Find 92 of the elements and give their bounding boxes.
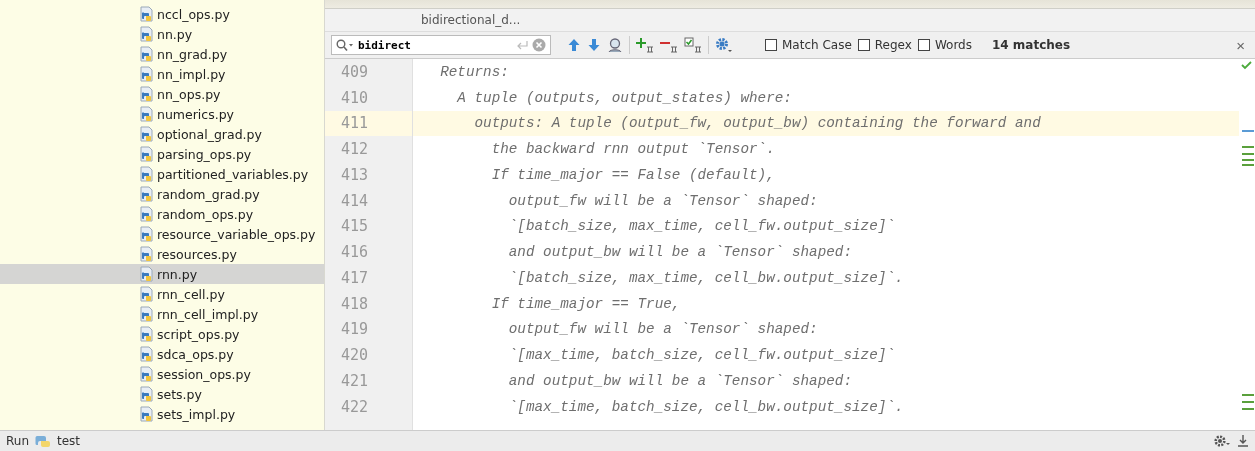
code-line: `[max_time, batch_size, cell_bw.output_size]`. — [507, 397, 905, 417]
python-file-icon — [140, 346, 154, 362]
file-tree-item[interactable]: script_ops.py — [0, 324, 324, 344]
python-file-icon — [140, 386, 154, 402]
search-text: bidirect — [358, 38, 412, 52]
line-number: 415 — [340, 217, 369, 236]
breadcrumb[interactable]: bidirectional_d... — [421, 13, 521, 27]
checkbox[interactable] — [917, 39, 930, 51]
file-tree-item[interactable]: sets.py — [0, 384, 324, 404]
line-number: 419 — [340, 320, 369, 339]
checkbox[interactable] — [857, 39, 870, 51]
python-file-icon — [140, 286, 154, 302]
run-tab[interactable]: Run — [6, 434, 29, 448]
file-tree-item[interactable]: parsing_ops.py — [0, 144, 324, 164]
file-tree-item[interactable]: rnn_cell_impl.py — [0, 304, 324, 324]
code-line: and output_bw will be a `Tensor` shaped: — [507, 243, 853, 263]
line-number: 421 — [340, 371, 369, 390]
code-line: If time_major == False (default), — [490, 165, 776, 185]
file-tree-item[interactable]: resource_variable_ops.py — [0, 224, 324, 244]
file-tree-item[interactable]: nn_grad.py — [0, 44, 324, 64]
python-file-icon — [140, 206, 154, 222]
settings-icon[interactable] — [715, 37, 733, 53]
option-label[interactable]: Regex — [874, 38, 912, 52]
code-line: A tuple (outputs, output_states) where: — [455, 88, 793, 108]
run-configuration[interactable]: test — [57, 434, 81, 448]
option-label[interactable]: Words — [934, 38, 972, 52]
python-file-icon — [140, 186, 154, 202]
python-file-icon — [140, 246, 154, 262]
code-line: and output_bw will be a `Tensor` shaped: — [507, 371, 853, 391]
file-tree-item[interactable]: session_ops.py — [0, 364, 324, 384]
code-line: the backward rnn output `Tensor`. — [490, 140, 776, 160]
line-number: 413 — [340, 165, 369, 184]
python-file-icon — [140, 26, 154, 42]
code-line: If time_major == True, — [490, 294, 682, 314]
file-tree-item[interactable]: numerics.py — [0, 104, 324, 124]
match-count: 14 matches — [992, 38, 1071, 52]
file-tree-item[interactable]: random_grad.py — [0, 184, 324, 204]
line-number: 414 — [340, 191, 369, 210]
code-line: `[batch_size, max_time, cell_fw.output_size]` — [507, 217, 896, 237]
line-number: 420 — [340, 346, 369, 365]
add-occurrence-icon[interactable] — [636, 37, 654, 53]
line-number: 417 — [340, 268, 369, 287]
python-file-icon — [140, 6, 154, 22]
python-file-icon — [140, 226, 154, 242]
code-line: `[max_time, batch_size, cell_fw.output_size]` — [507, 346, 896, 366]
python-file-icon — [140, 146, 154, 162]
hide-icon[interactable] — [1237, 434, 1249, 448]
python-file-icon — [140, 306, 154, 322]
python-file-icon — [140, 266, 154, 282]
python-file-icon — [140, 46, 154, 62]
python-file-icon — [140, 86, 154, 102]
select-all-occurrences-icon[interactable] — [684, 37, 702, 53]
file-tree-item[interactable]: nn_ops.py — [0, 84, 324, 104]
line-number: 422 — [340, 397, 369, 416]
file-tree-item[interactable]: nn.py — [0, 24, 324, 44]
enter-icon — [516, 40, 528, 50]
settings-icon[interactable] — [1213, 434, 1231, 448]
line-number: 418 — [340, 294, 369, 313]
file-tree-item[interactable]: rnn_cell.py — [0, 284, 324, 304]
python-file-icon — [140, 106, 154, 122]
file-tree-item[interactable]: sets_impl.py — [0, 404, 324, 424]
code-line: output_fw will be a `Tensor` shaped: — [507, 320, 819, 340]
line-number: 409 — [340, 62, 369, 81]
python-file-icon — [140, 406, 154, 422]
python-file-icon — [140, 366, 154, 382]
previous-occurrence-icon[interactable] — [567, 38, 581, 52]
python-icon — [35, 434, 51, 448]
search-icon — [336, 39, 354, 51]
python-file-icon — [140, 166, 154, 182]
file-tree-item[interactable]: rnn.py — [0, 264, 324, 284]
line-number: 410 — [340, 88, 369, 107]
file-tree-item[interactable]: nccl_ops.py — [0, 4, 324, 24]
option-label[interactable]: Match Case — [782, 38, 852, 52]
close-button[interactable]: × — [1232, 36, 1249, 54]
file-tree-item[interactable]: random_ops.py — [0, 204, 324, 224]
file-tree-item[interactable]: optional_grad.py — [0, 124, 324, 144]
file-tree-item[interactable]: partitioned_variables.py — [0, 164, 324, 184]
line-number: 411 — [340, 114, 369, 133]
line-number: 412 — [340, 140, 369, 159]
python-file-icon — [140, 66, 154, 82]
line-number: 416 — [340, 243, 369, 262]
file-tree-item[interactable]: sdca_ops.py — [0, 344, 324, 364]
code-line: Returns: — [439, 62, 510, 82]
search-field[interactable]: bidirect — [331, 35, 551, 55]
code-line: output_fw will be a `Tensor` shaped: — [507, 191, 819, 211]
file-tree-item[interactable]: resources.py — [0, 244, 324, 264]
code-line: `[batch_size, max_time, cell_bw.output_size]`. — [507, 268, 905, 288]
checkbox[interactable] — [765, 39, 777, 51]
python-file-icon — [140, 326, 154, 342]
file-tree-item[interactable]: nn_impl.py — [0, 64, 324, 84]
next-occurrence-icon[interactable] — [587, 38, 601, 52]
python-file-icon — [140, 126, 154, 142]
